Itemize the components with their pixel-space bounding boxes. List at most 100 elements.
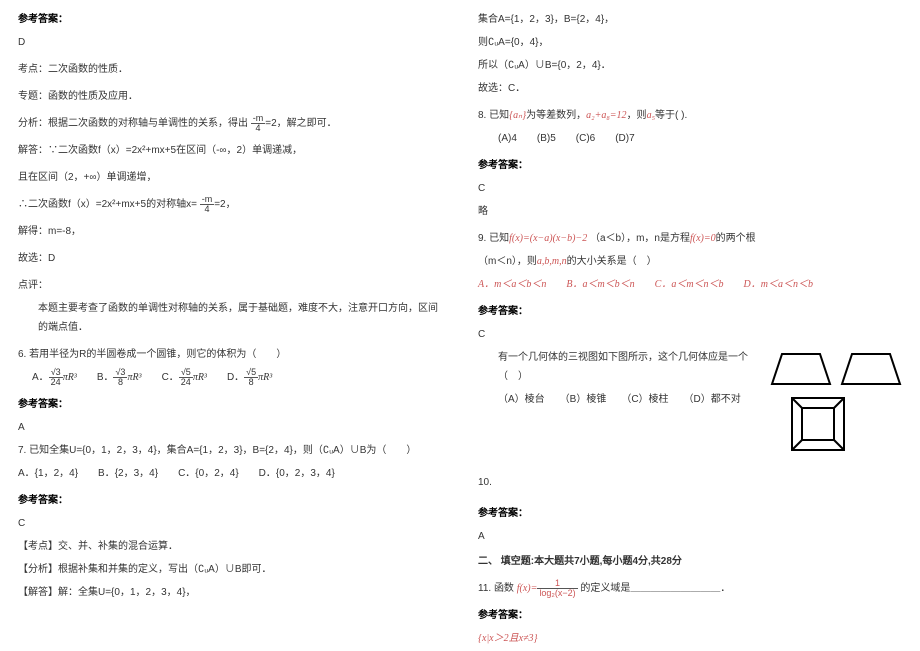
q9-formula: f(x)=(x−a)(x−b)−2 — [509, 233, 587, 244]
q9-part: 的两个根 — [716, 233, 756, 244]
jieda-line4: 解得：m=-8， — [18, 222, 442, 241]
q8-part: 8. 已知 — [478, 110, 509, 121]
q7-answer: C — [18, 514, 442, 533]
fraction-icon: √58 — [244, 368, 258, 387]
jieda-line3-tail: =2， — [214, 199, 235, 210]
q8-note: 略 — [478, 202, 902, 221]
q9-part: 9. 已知 — [478, 233, 509, 244]
fraction-icon: 1log₂(x−2) — [537, 579, 577, 598]
q10-answer: A — [478, 527, 902, 546]
nested-square-icon — [788, 394, 848, 454]
q8-part: 为等差数列， — [526, 110, 586, 121]
q8-formula: a₅ — [647, 110, 655, 121]
zhuanti-row: 专题：函数的性质及应用． — [18, 87, 442, 106]
r-line2: 则∁ᵤA={0，4}， — [478, 33, 902, 52]
frac-bot: 4 — [200, 205, 215, 214]
kaodian-row: 考点：二次函数的性质． — [18, 60, 442, 79]
frac-bot: 8 — [113, 378, 127, 387]
q6-opt-a: A．√324πR³ — [32, 368, 77, 387]
fenxi-text: 根据二次函数的对称轴与单调性的关系，得出 — [48, 118, 248, 129]
q7-options: A．{1，2，4} B．{2，3，4} C．{0，2，4} D．{0，2，3，4… — [18, 464, 442, 483]
q8-answer-heading: 参考答案： — [478, 156, 902, 175]
q8-formula: {aₙ} — [509, 110, 526, 121]
dianping-text: 本题主要考查了函数的单调性对称轴的关系，属于基础题，难度不大，注意开口方向，区间… — [38, 299, 442, 337]
q9-answer: C — [478, 325, 902, 344]
r-line3: 所以（∁ᵤA）∪B={0，2，4}． — [478, 56, 902, 75]
section-2-title: 二、 填空题:本大题共7小题,每小题4分,共28分 — [478, 552, 902, 571]
r-line4: 故选：C． — [478, 79, 902, 98]
q8-text: 8. 已知{aₙ}为等差数列，a₂+a₈=12，则a₅等于( ). — [478, 106, 902, 125]
q11-part: 11. 函数 — [478, 583, 514, 594]
frac-bot: log₂(x−2) — [537, 589, 577, 598]
q11-part: 的定义域是＿＿＿＿＿＿＿＿＿． — [580, 583, 730, 594]
jieda-row: 解答：∵二次函数f（x）=2x²+mx+5在区间（-∞，2）单调递减， — [18, 141, 442, 160]
q9-formula: f(x)=0 — [690, 233, 716, 244]
q7-answer-heading: 参考答案： — [18, 491, 442, 510]
q6-answer-heading: 参考答案： — [18, 395, 442, 414]
q6-options: A．√324πR³ B．√38πR³ C．√524πR³ D．√58πR³ — [32, 368, 442, 387]
q8-answer: C — [478, 179, 902, 198]
q11-answer-heading: 参考答案： — [478, 606, 902, 625]
q11-text: 11. 函数 f(x)=1log₂(x−2) 的定义域是＿＿＿＿＿＿＿＿＿． — [478, 579, 902, 598]
zhuanti-label: 专题： — [18, 91, 48, 102]
frac-bot: 24 — [49, 378, 63, 387]
formula-text: πR³ — [258, 372, 272, 383]
q8-part: 等于( ). — [655, 110, 687, 121]
q8-options: (A)4 (B)5 (C)6 (D)7 — [498, 129, 902, 148]
answer-value: D — [18, 33, 442, 52]
fenxi-row: 分析：根据二次函数的对称轴与单调性的关系，得出 -m4=2，解之即可． — [18, 114, 442, 133]
q9-part: （a＜b），m，n是方程 — [590, 233, 690, 244]
q9-answer-heading: 参考答案： — [478, 302, 902, 321]
q8-part: ，则 — [627, 110, 647, 121]
frac-bot: 8 — [244, 378, 258, 387]
trapezoid-icon — [840, 352, 902, 386]
dianping-label: 点评： — [18, 276, 442, 295]
answer-heading: 参考答案： — [18, 10, 442, 29]
q8-formula: a₂+a₈=12 — [586, 110, 626, 121]
opt-label: C． — [162, 372, 179, 383]
jieda-line3: ∴二次函数f（x）=2x²+mx+5的对称轴x= -m4=2， — [18, 195, 442, 214]
left-column: 参考答案： D 考点：二次函数的性质． 专题：函数的性质及应用． 分析：根据二次… — [0, 0, 460, 651]
jieda-line2: 且在区间（2，+∞）单调递增， — [18, 168, 442, 187]
q6-opt-d: D．√58πR³ — [227, 368, 272, 387]
q7-text: 7. 已知全集U={0，1，2，3，4}，集合A={1，2，3}，B={2，4}… — [18, 441, 442, 460]
q6-text: 6. 若用半径为R的半圆卷成一个圆锥，则它的体积为（ ） — [18, 345, 442, 364]
jieda-label: 解答： — [18, 145, 48, 156]
kaodian-label: 考点： — [18, 64, 48, 75]
three-view-diagram — [752, 352, 902, 454]
q6-opt-c: C．√524πR³ — [162, 368, 207, 387]
formula-text: πR³ — [63, 372, 77, 383]
zhuanti-text: 函数的性质及应用． — [48, 91, 138, 102]
right-column: 集合A={1，2，3}，B={2，4}， 则∁ᵤA={0，4}， 所以（∁ᵤA）… — [460, 0, 920, 651]
q9-part: 的大小关系是（ ） — [567, 256, 657, 267]
q9-formula: a,b,m,n — [537, 256, 567, 267]
q9-line2: （m＜n），则a,b,m,n的大小关系是（ ） — [478, 252, 902, 271]
jieda-line3-pre: ∴二次函数f（x）=2x²+mx+5的对称轴x= — [18, 199, 197, 210]
q9-part: （m＜n），则 — [478, 256, 537, 267]
q11-fx: f(x)= — [517, 583, 538, 594]
q7-kaodian: 【考点】交、并、补集的混合运算． — [18, 537, 442, 556]
opt-label: A． — [32, 372, 49, 383]
fraction-icon: -m4 — [200, 195, 215, 214]
formula-text: πR³ — [127, 372, 141, 383]
q9-options: A．m＜a＜b＜n B．a＜m＜b＜n C．a＜m＜n＜b D．m＜a＜n＜b — [478, 275, 902, 294]
fraction-icon: √524 — [179, 368, 193, 387]
fraction-icon: √324 — [49, 368, 63, 387]
jieda-line5: 故选：D — [18, 249, 442, 268]
q10-answer-heading: 参考答案： — [478, 504, 902, 523]
r-line1: 集合A={1，2，3}，B={2，4}， — [478, 10, 902, 29]
jieda-text: ∵二次函数f（x）=2x²+mx+5在区间（-∞，2）单调递减， — [48, 145, 302, 156]
q6-answer: A — [18, 418, 442, 437]
fenxi-label: 分析： — [18, 118, 48, 129]
kaodian-text: 二次函数的性质． — [48, 64, 128, 75]
opt-label: D． — [227, 372, 244, 383]
q7-fenxi: 【分析】根据补集和并集的定义，写出（∁ᵤA）∪B即可． — [18, 560, 442, 579]
q10-number: 10. — [478, 473, 902, 492]
q11-answer: {x|x＞2且x≠3} — [478, 629, 902, 648]
trapezoid-icon — [770, 352, 832, 386]
formula-text: πR³ — [193, 372, 207, 383]
fenxi-tail: =2，解之即可． — [265, 118, 336, 129]
frac-bot: 4 — [251, 124, 266, 133]
fraction-icon: -m4 — [251, 114, 266, 133]
q7-jieda: 【解答】解：全集U={0，1，2，3，4}， — [18, 583, 442, 602]
